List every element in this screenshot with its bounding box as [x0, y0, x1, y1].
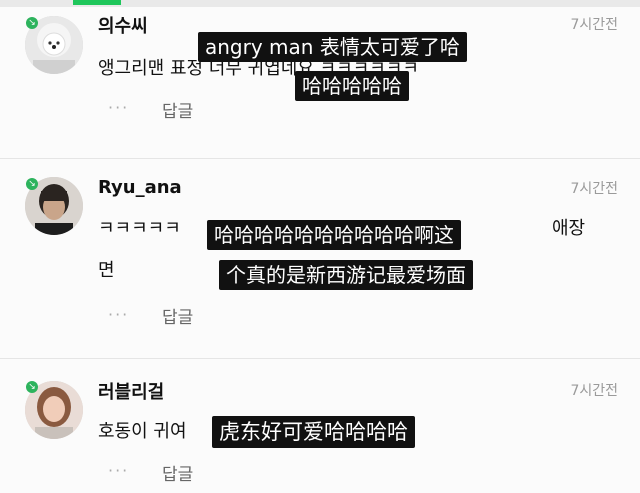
subtitle-line: 虎东好可爱哈哈哈哈 [212, 416, 415, 448]
comment-text: 호동이 귀여 [98, 421, 187, 442]
more-options-icon[interactable]: ··· [108, 461, 129, 480]
badge-icon: ↘ [26, 381, 38, 393]
more-options-icon[interactable]: ··· [108, 98, 129, 117]
comment-text-line2: 면 [98, 260, 115, 281]
reply-button[interactable]: 답글 [162, 303, 193, 328]
divider [0, 358, 640, 359]
timestamp: 7시간전 [570, 17, 618, 33]
more-options-icon[interactable]: ··· [108, 305, 129, 324]
timestamp: 7시간전 [570, 383, 618, 399]
subtitle-line: 个真的是新西游记最爱场面 [219, 260, 473, 290]
divider [0, 158, 640, 159]
comment-2: ↘ Ryu_ana 7시간전 ㅋㅋㅋㅋㅋ 애장 면 ··· 답글 哈哈哈哈哈哈哈… [0, 160, 640, 360]
subtitle-line: angry man 表情太可爱了哈 [198, 32, 467, 62]
author-name[interactable]: 의수씨 [98, 12, 148, 38]
subtitle-line: 哈哈哈哈哈 [295, 71, 409, 101]
comment-text-end: 애장 [552, 218, 586, 239]
badge-icon: ↘ [26, 17, 38, 29]
comment-3: ↘ 러블리걸 7시간전 호동이 귀여 ··· 답글 虎东好可爱哈哈哈哈 [0, 360, 640, 493]
reply-button[interactable]: 답글 [162, 97, 193, 122]
reply-button[interactable]: 답글 [162, 460, 193, 485]
comment-text-start: ㅋㅋㅋㅋㅋ [98, 218, 181, 239]
badge-icon: ↘ [26, 178, 38, 190]
timestamp: 7시간전 [570, 181, 618, 197]
comment-1: ↘ 의수씨 7시간전 앵그리맨 표정 너무 귀엽네요 ㅋㅋㅋㅋㅋㅋ ··· 답글… [0, 0, 640, 160]
author-name[interactable]: Ryu_ana [98, 177, 182, 198]
author-name[interactable]: 러블리걸 [98, 378, 164, 404]
subtitle-line: 哈哈哈哈哈哈哈哈哈哈啊这 [207, 220, 461, 250]
